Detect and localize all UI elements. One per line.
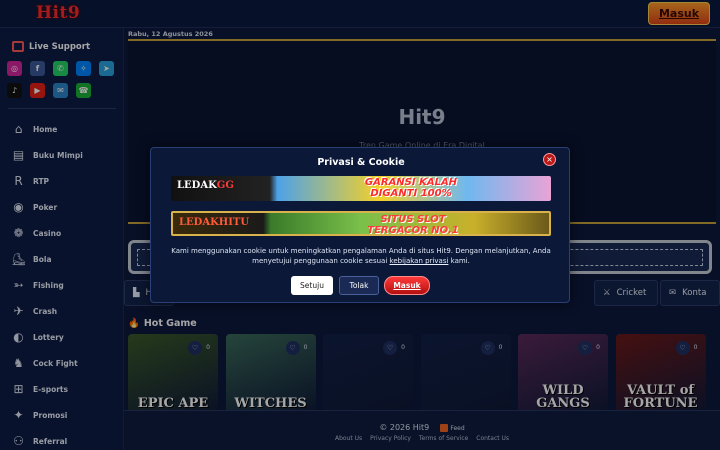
dialog-login-button[interactable]: Masuk [384,276,430,295]
promo-banner-ledakgg[interactable]: LEDAKGG GARANSI KALAH DIGANTI 100% [171,176,551,201]
ledakgg-logo: LEDAKGG [177,180,234,191]
cookie-dialog: Privasi & Cookie × LEDAKGG GARANSI KALAH… [150,147,570,303]
reject-button[interactable]: Tolak [339,276,379,295]
close-button[interactable]: × [543,153,556,166]
ledakhitu-logo: LEDAKHITU [179,217,250,228]
dialog-title: Privasi & Cookie [317,157,405,168]
cookie-message: Kami menggunakan cookie untuk meningkatk… [171,247,551,265]
banner-text: SITUS SLOT TERGACOR NO.1 [367,214,459,236]
banner-text: GARANSI KALAH DIGANTI 100% [364,177,458,199]
privacy-policy-link[interactable]: kebijakan privasi [390,257,449,265]
promo-banner-ledakhitu[interactable]: LEDAKHITU SITUS SLOT TERGACOR NO.1 [171,211,551,236]
accept-button[interactable]: Setuju [291,276,333,295]
